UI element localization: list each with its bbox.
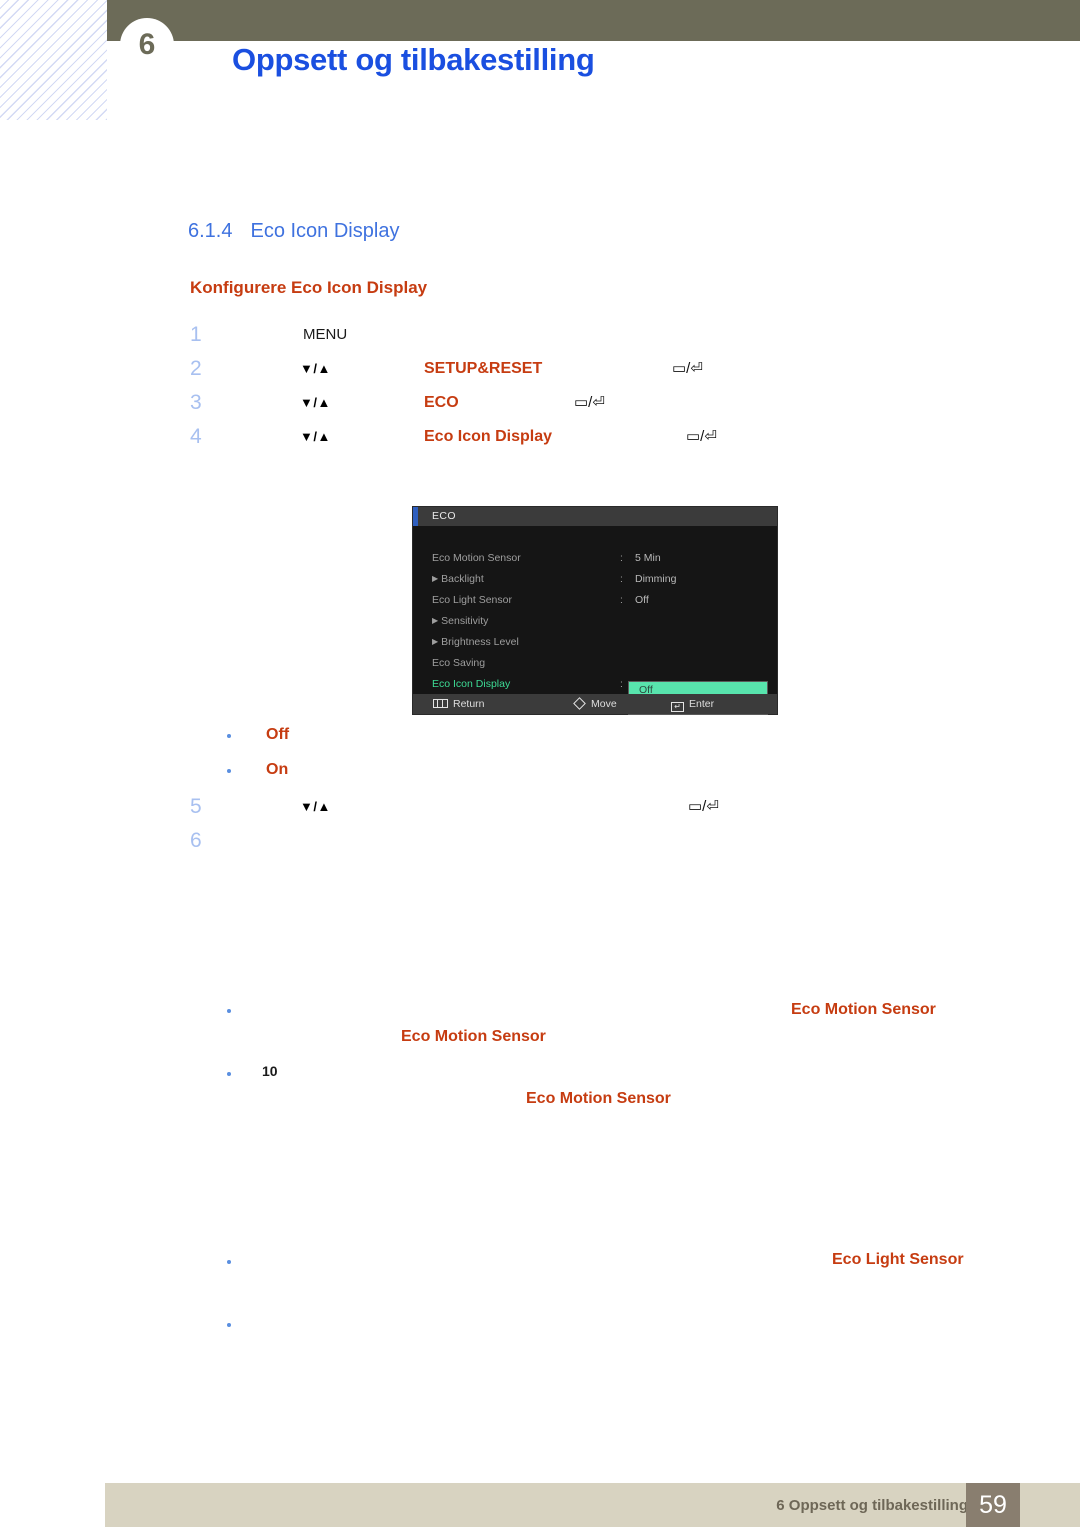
osd-colon: :: [620, 573, 623, 585]
osd-item-label: Eco Saving: [432, 657, 486, 669]
diagonal-stripe-decoration: [0, 0, 107, 120]
osd-move-label: Move: [591, 698, 617, 710]
step-menu-label: MENU: [303, 326, 348, 343]
osd-menu-screenshot: ECO Eco Motion Sensor : 5 Min ▶ Backlight…: [412, 506, 778, 715]
menu-button-icon: [433, 699, 448, 708]
step-row: 3 ▼/▲ ECO ▭/⏎: [0, 386, 1080, 420]
chapter-number-badge: 6: [120, 18, 174, 72]
step-number: 6: [190, 829, 202, 852]
step-menu-term: ECO: [424, 394, 459, 411]
osd-footer-bar: Return Move ↵ Enter: [413, 694, 777, 714]
enter-key-icon: ▭/⏎: [574, 394, 605, 411]
section-title: Eco Icon Display: [250, 220, 400, 242]
step-number: 2: [190, 357, 202, 380]
osd-item-label: Eco Icon Display: [432, 678, 511, 690]
osd-menu-items: Eco Motion Sensor : 5 Min ▶ Backlight : D…: [413, 526, 779, 715]
osd-item-value: 5 Min: [635, 552, 661, 564]
osd-item-label-text: Sensitivity: [441, 615, 489, 627]
note-term: Eco Light Sensor: [832, 1251, 964, 1268]
osd-return-label: Return: [453, 698, 485, 710]
step-number: 1: [190, 323, 202, 346]
osd-colon: :: [620, 552, 623, 564]
section-heading: 6.1.4 Eco Icon Display: [188, 220, 399, 243]
procedure-step-list: 1 MENU 2 ▼/▲ SETUP&RESET ▭/⏎ 3 ▼/▲ ECO ▭…: [0, 318, 1080, 454]
step-menu-term: Eco Icon Display: [424, 428, 553, 445]
osd-row[interactable]: Eco Saving: [413, 653, 779, 674]
osd-row[interactable]: Eco Light Sensor : Off: [413, 590, 779, 611]
osd-title-bar: ECO: [413, 507, 777, 526]
osd-return-hint[interactable]: Return: [433, 694, 485, 714]
section-number: 6.1.4: [188, 220, 233, 242]
note-term: Eco Motion Sensor: [791, 1001, 936, 1018]
note-term: Eco Motion Sensor: [526, 1090, 671, 1107]
osd-row[interactable]: Eco Motion Sensor : 5 Min: [413, 548, 779, 569]
bullet-dot-icon: [227, 734, 231, 738]
note-number: 10: [262, 1063, 278, 1079]
step-row: 6: [0, 824, 1080, 858]
step-number: 5: [190, 795, 202, 818]
step-row: 1 MENU: [0, 318, 1080, 352]
osd-item-label-text: Brightness Level: [441, 636, 519, 648]
bullet-dot-icon: [227, 1072, 231, 1076]
osd-item-value: Dimming: [635, 573, 677, 585]
osd-item-label: ▶ Backlight: [432, 569, 484, 590]
bullet-dot-icon: [227, 769, 231, 773]
enter-key-icon: ▭/⏎: [686, 428, 717, 445]
updown-arrow-icon: ▼/▲: [300, 361, 331, 376]
step-row: 5 ▼/▲ ▭/⏎: [0, 790, 1080, 824]
document-page: 6 Oppsett og tilbakestilling 6.1.4 Eco Ic…: [0, 0, 1080, 1527]
page-number: 59: [966, 1483, 1020, 1527]
bullet-dot-icon: [227, 1323, 231, 1327]
bullet-dot-icon: [227, 1009, 231, 1013]
triangle-right-icon: ▶: [432, 616, 439, 625]
osd-row[interactable]: ▶ Sensitivity: [413, 611, 779, 632]
osd-item-label-text: Backlight: [441, 573, 484, 585]
osd-item-label: Eco Light Sensor: [432, 594, 512, 606]
osd-title-accent: [413, 507, 418, 526]
osd-title: ECO: [432, 510, 456, 522]
enter-key-icon: ▭/⏎: [672, 360, 703, 377]
option-label: Off: [266, 726, 290, 743]
step-number: 3: [190, 391, 202, 414]
enter-key-icon: ▭/⏎: [688, 798, 719, 815]
section-subtitle: Konfigurere Eco Icon Display: [190, 278, 428, 297]
osd-enter-hint[interactable]: ↵ Enter: [671, 694, 714, 714]
osd-item-label: ▶ Brightness Level: [432, 632, 519, 653]
diamond-move-icon: [573, 697, 586, 710]
option-label: On: [266, 761, 289, 778]
osd-enter-label: Enter: [689, 698, 715, 710]
enter-key-icon: ↵: [671, 702, 684, 712]
osd-item-value: Off: [635, 594, 649, 606]
osd-move-hint[interactable]: Move: [573, 694, 617, 714]
step-number: 4: [190, 425, 202, 448]
osd-row[interactable]: ▶ Backlight : Dimming: [413, 569, 779, 590]
updown-arrow-icon: ▼/▲: [300, 395, 331, 410]
triangle-right-icon: ▶: [432, 637, 439, 646]
page-title: Oppsett og tilbakestilling: [232, 42, 595, 77]
note-term: Eco Motion Sensor: [401, 1028, 546, 1045]
triangle-right-icon: ▶: [432, 574, 439, 583]
step-row: 2 ▼/▲ SETUP&RESET ▭/⏎: [0, 352, 1080, 386]
osd-row[interactable]: ▶ Brightness Level: [413, 632, 779, 653]
footer-chapter-label: 6 Oppsett og tilbakestilling: [776, 1497, 968, 1514]
step-row: 4 ▼/▲ Eco Icon Display ▭/⏎: [0, 420, 1080, 454]
bullet-dot-icon: [227, 1260, 231, 1264]
osd-item-label: Eco Motion Sensor: [432, 552, 521, 564]
step-menu-term: SETUP&RESET: [424, 360, 543, 377]
chapter-header-bar: [107, 0, 1080, 41]
osd-colon: :: [620, 678, 623, 690]
osd-item-label: ▶ Sensitivity: [432, 611, 488, 632]
updown-arrow-icon: ▼/▲: [300, 799, 331, 814]
updown-arrow-icon: ▼/▲: [300, 429, 331, 444]
osd-colon: :: [620, 594, 623, 606]
